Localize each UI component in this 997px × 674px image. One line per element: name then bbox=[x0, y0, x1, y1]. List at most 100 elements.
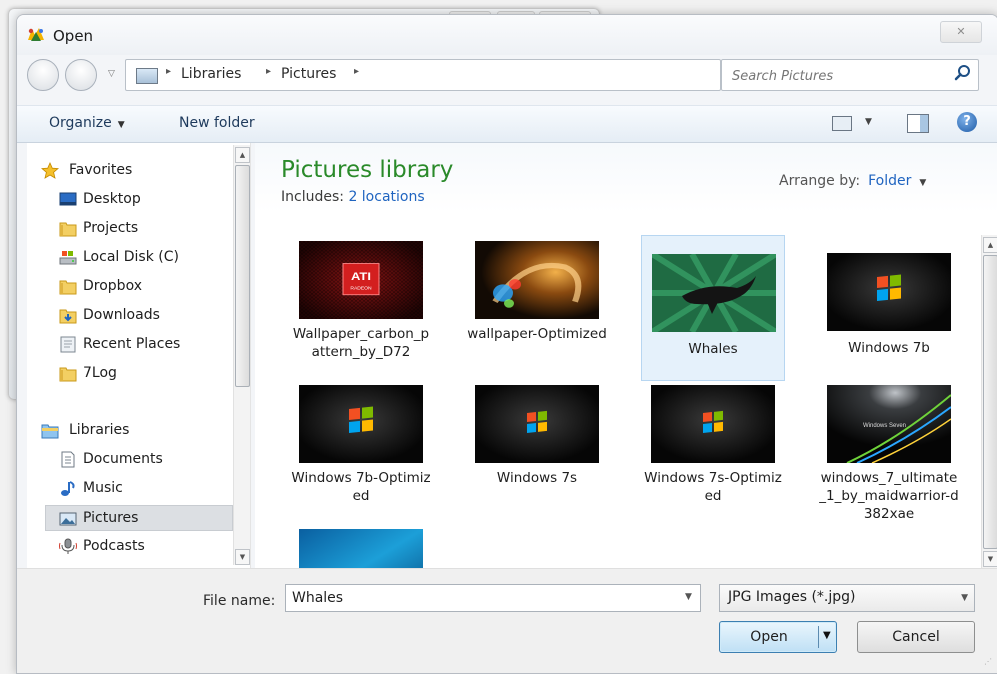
nav-item-recent-places[interactable]: Recent Places bbox=[27, 332, 232, 358]
file-item[interactable]: Windows 7s-Optimized bbox=[641, 379, 785, 525]
close-button[interactable]: ✕ bbox=[940, 21, 982, 43]
chevron-down-icon[interactable]: ▼ bbox=[919, 178, 926, 188]
preview-pane-icon[interactable] bbox=[907, 114, 929, 133]
breadcrumb-separator[interactable]: ▸ bbox=[354, 66, 359, 77]
file-type-value: JPG Images (*.jpg) bbox=[728, 589, 856, 605]
scroll-down-icon[interactable]: ▼ bbox=[983, 551, 997, 567]
file-name: wallpaper-Optimized bbox=[467, 326, 607, 342]
windows-seven-text: Windows Seven bbox=[863, 423, 906, 429]
locations-link[interactable]: 2 locations bbox=[348, 189, 424, 205]
cancel-button[interactable]: Cancel bbox=[857, 621, 975, 653]
scroll-thumb[interactable] bbox=[235, 165, 250, 387]
thumbnail-windows-logo bbox=[475, 385, 599, 463]
includes-label: Includes: bbox=[281, 189, 344, 205]
nav-item-favorites[interactable]: Favorites bbox=[27, 158, 232, 184]
nav-item-pictures[interactable]: Pictures bbox=[45, 505, 233, 531]
thumbnail-blue-aurora bbox=[299, 529, 423, 568]
thumbnail-windows-logo bbox=[651, 385, 775, 463]
organize-button[interactable]: Organize ▼ bbox=[49, 115, 125, 131]
nav-label: Podcasts bbox=[83, 538, 145, 554]
close-icon: ✕ bbox=[956, 25, 966, 38]
open-options-dropdown[interactable]: ▼ bbox=[823, 630, 831, 641]
desktop-icon bbox=[59, 192, 77, 206]
breadcrumb-separator[interactable]: ▸ bbox=[266, 66, 271, 77]
libraries-icon bbox=[41, 424, 59, 439]
navigation-pane: Favorites Desktop Projects Local Disk (C… bbox=[27, 143, 251, 568]
dialog-footer: File name: ▼ JPG Images (*.jpg) ▼ Open ▼… bbox=[17, 568, 997, 673]
nav-item-music[interactable]: Music bbox=[27, 476, 232, 502]
scroll-down-icon[interactable]: ▼ bbox=[235, 549, 250, 565]
file-name: Whales bbox=[688, 341, 738, 357]
nav-item-desktop[interactable]: Desktop bbox=[27, 187, 232, 213]
search-input[interactable] bbox=[730, 64, 934, 88]
nav-label: Recent Places bbox=[83, 336, 181, 352]
change-view-icon[interactable] bbox=[832, 116, 852, 131]
file-item[interactable]: Windows 7b-Optimized bbox=[289, 379, 433, 525]
file-list-pane: Pictures library Includes: 2 locations A… bbox=[255, 143, 997, 568]
file-item[interactable]: wallpaper-Optimized bbox=[465, 235, 609, 381]
navigation-scrollbar[interactable]: ▲ ▼ bbox=[233, 145, 250, 565]
views-dropdown[interactable]: ▼ bbox=[865, 117, 872, 127]
address-bar[interactable]: ▸ Libraries ▸ Pictures ▸ ▼ ⇆ bbox=[125, 59, 802, 91]
thumbnail-abstract-swirl bbox=[475, 241, 599, 319]
nav-item-documents[interactable]: Documents bbox=[27, 447, 232, 473]
new-folder-button[interactable]: New folder bbox=[179, 115, 255, 131]
scroll-thumb[interactable] bbox=[983, 255, 997, 549]
library-includes: Includes: 2 locations bbox=[281, 189, 425, 205]
organize-label: Organize bbox=[49, 115, 112, 131]
arrange-by-dropdown[interactable]: Folder bbox=[868, 173, 911, 189]
breadcrumb-pictures[interactable]: Pictures bbox=[281, 66, 336, 82]
file-item[interactable] bbox=[289, 523, 433, 568]
file-item[interactable]: Windows Seven windows_7_ultimate_1_by_ma… bbox=[817, 379, 961, 525]
file-type-select[interactable]: JPG Images (*.jpg) ▼ bbox=[719, 584, 975, 612]
resize-grip[interactable]: ⋰ bbox=[984, 658, 994, 669]
nav-label: Downloads bbox=[83, 307, 160, 323]
file-item[interactable]: Windows 7s bbox=[465, 379, 609, 525]
help-icon[interactable]: ? bbox=[957, 112, 977, 132]
thumbnail-windows-logo bbox=[827, 253, 951, 331]
search-icon[interactable] bbox=[954, 64, 972, 82]
nav-label: Favorites bbox=[69, 162, 133, 178]
nav-item-dropbox[interactable]: Dropbox bbox=[27, 274, 232, 300]
file-name: Windows 7b bbox=[848, 340, 930, 356]
dialog-title: Open bbox=[53, 27, 94, 45]
breadcrumb-libraries[interactable]: Libraries bbox=[181, 66, 241, 82]
nav-item-projects[interactable]: Projects bbox=[27, 216, 232, 242]
back-button[interactable] bbox=[27, 59, 59, 91]
nav-item-7log[interactable]: 7Log bbox=[27, 361, 232, 387]
nav-label: Pictures bbox=[83, 510, 139, 526]
nav-item-local-disk[interactable]: Local Disk (C) bbox=[27, 245, 232, 271]
open-button[interactable]: Open ▼ bbox=[719, 621, 837, 653]
drive-icon bbox=[59, 251, 77, 265]
file-item-selected[interactable]: Whales bbox=[641, 235, 785, 381]
file-list-scrollbar[interactable]: ▲ ▼ bbox=[981, 235, 997, 568]
chevron-down-icon: ▼ bbox=[961, 593, 968, 603]
file-name: Windows 7s bbox=[496, 470, 578, 486]
breadcrumb-separator[interactable]: ▸ bbox=[166, 66, 171, 77]
arrange-by-label: Arrange by: bbox=[779, 173, 861, 189]
nav-item-podcasts[interactable]: Podcasts bbox=[27, 534, 232, 560]
file-name-input[interactable] bbox=[285, 584, 701, 612]
nav-item-downloads[interactable]: Downloads bbox=[27, 303, 232, 329]
file-item[interactable]: Windows 7b bbox=[817, 235, 961, 381]
file-item[interactable]: ATI RADEON Wallpaper_carbon_pattern_by_D… bbox=[289, 235, 433, 381]
scroll-up-icon[interactable]: ▲ bbox=[235, 147, 250, 163]
star-icon bbox=[41, 162, 59, 179]
podcasts-icon bbox=[59, 538, 77, 554]
title-bar: Open ✕ bbox=[17, 15, 997, 55]
nav-label: Local Disk (C) bbox=[83, 249, 179, 265]
recent-locations-dropdown[interactable]: ▽ bbox=[108, 69, 115, 79]
library-title: Pictures library bbox=[281, 157, 454, 183]
downloads-folder-icon bbox=[59, 309, 77, 324]
arrange-by: Arrange by: Folder ▼ bbox=[779, 173, 926, 189]
music-icon bbox=[61, 481, 75, 496]
thumbnail-whale bbox=[652, 254, 776, 332]
scroll-up-icon[interactable]: ▲ bbox=[983, 237, 997, 253]
file-name-dropdown[interactable]: ▼ bbox=[685, 592, 692, 602]
search-box[interactable] bbox=[721, 59, 979, 91]
pictures-icon bbox=[59, 512, 77, 526]
forward-button[interactable] bbox=[65, 59, 97, 91]
nav-item-libraries[interactable]: Libraries bbox=[27, 418, 232, 444]
radeon-text: RADEON bbox=[350, 286, 371, 291]
file-name: Windows 7s-Optimized bbox=[644, 470, 782, 504]
